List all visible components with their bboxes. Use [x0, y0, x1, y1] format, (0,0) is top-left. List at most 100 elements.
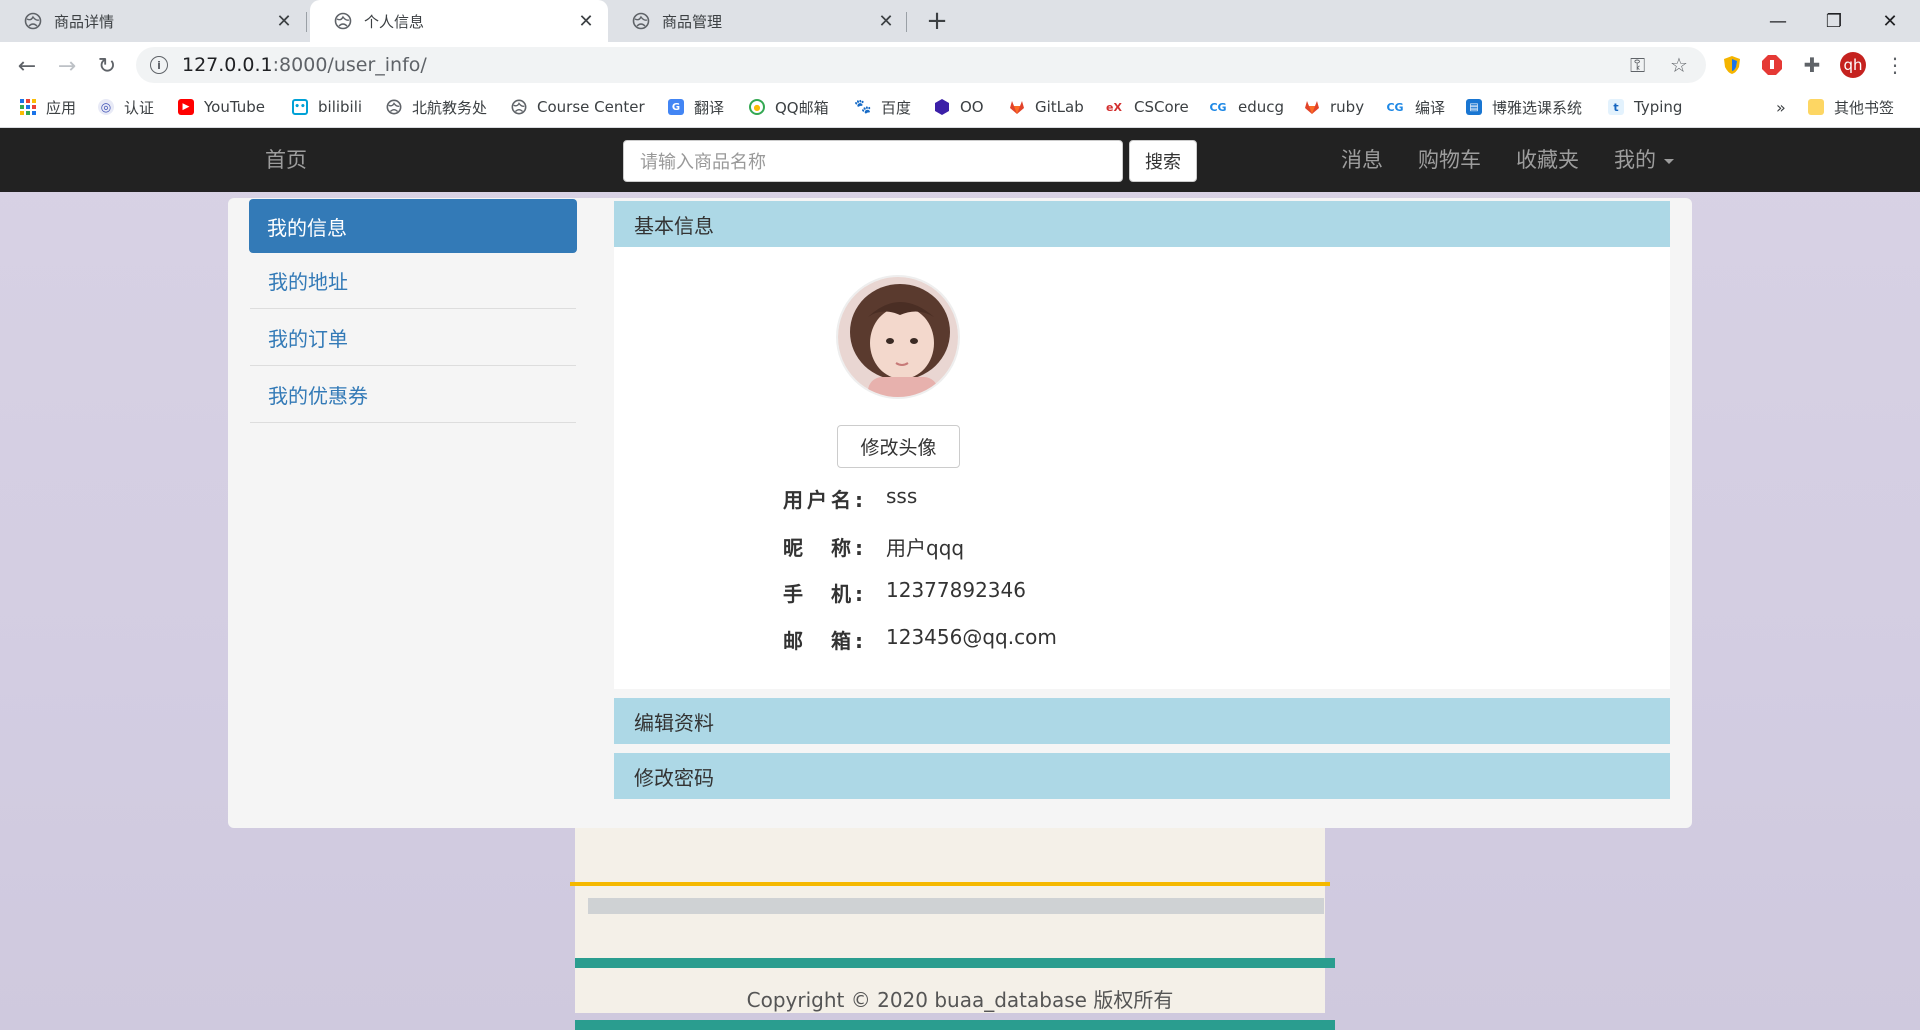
- bookmark-translate[interactable]: G 翻译: [668, 88, 724, 126]
- book-stripe: [575, 1020, 1335, 1030]
- globe-icon: [632, 12, 650, 30]
- tab-user-info[interactable]: 个人信息 ✕: [310, 0, 608, 42]
- nav-mine-label: 我的: [1614, 148, 1656, 172]
- sidebar-item-my-address[interactable]: 我的地址: [250, 253, 576, 309]
- bookmark-label: Course Center: [537, 98, 645, 116]
- close-window-button[interactable]: ✕: [1862, 0, 1918, 42]
- url-host: 127.0.0.1: [182, 54, 273, 76]
- bookmark-label: 百度: [881, 98, 912, 117]
- auth-icon: ◎: [98, 99, 114, 115]
- extensions-puzzle-icon[interactable]: ✚: [1797, 50, 1827, 80]
- book-icon: ▤: [1466, 99, 1482, 115]
- folder-icon: [1808, 99, 1824, 115]
- close-icon[interactable]: ✕: [572, 7, 600, 35]
- tab-product-detail[interactable]: 商品详情 ✕: [0, 0, 306, 42]
- avatar: [836, 275, 960, 399]
- bookmarks-bar: 应用 ◎ 认证 ▶ YouTube •• bilibili 北航教务处 Cour…: [0, 88, 1920, 128]
- nav-mine-dropdown[interactable]: 我的: [1614, 128, 1674, 192]
- section-edit-profile-header[interactable]: 编辑资料: [614, 698, 1670, 744]
- tab-title: 个人信息: [364, 12, 425, 31]
- bookmark-label: bilibili: [318, 98, 363, 116]
- menu-kebab-icon[interactable]: ⋮: [1880, 50, 1910, 80]
- change-avatar-button[interactable]: 修改头像: [837, 425, 960, 468]
- nav-messages-link[interactable]: 消息: [1341, 128, 1383, 192]
- minimize-button[interactable]: —: [1750, 0, 1806, 42]
- tab-divider: [306, 12, 307, 32]
- bilibili-icon: ••: [292, 99, 308, 115]
- gitlab-icon: [1304, 99, 1320, 115]
- tab-title: 商品详情: [54, 12, 115, 31]
- close-icon[interactable]: ✕: [270, 7, 298, 35]
- search-input[interactable]: 请输入商品名称: [623, 140, 1123, 182]
- nav-cart-link[interactable]: 购物车: [1418, 128, 1481, 192]
- globe-icon: [386, 99, 402, 115]
- bookmark-label: 认证: [124, 98, 155, 117]
- bookmark-baidu[interactable]: 🐾 百度: [854, 88, 912, 126]
- globe-icon: [334, 12, 352, 30]
- bookmark-qqmail[interactable]: ● QQ邮箱: [749, 88, 829, 126]
- bookmark-oo[interactable]: OO: [934, 88, 984, 126]
- bookmark-label: OO: [960, 98, 984, 116]
- nav-home-link[interactable]: 首页: [265, 128, 307, 192]
- apps-grid-icon: [20, 99, 36, 115]
- extension-shield-icon[interactable]: [1717, 50, 1747, 80]
- tab-product-manage[interactable]: 商品管理 ✕: [608, 0, 908, 42]
- bookmark-cscore[interactable]: eX CSCore: [1104, 88, 1189, 126]
- sidebar-item-my-coupons[interactable]: 我的优惠券: [250, 367, 576, 423]
- qqmail-icon: ●: [749, 99, 765, 115]
- phone-value: 12377892346: [886, 578, 1026, 602]
- bookmark-label: YouTube: [204, 98, 265, 116]
- address-bar[interactable]: i 127.0.0.1:8000/user_info/ ⚿ ☆: [136, 47, 1706, 83]
- baidu-paw-icon: 🐾: [854, 99, 872, 115]
- new-tab-button[interactable]: +: [922, 6, 952, 36]
- forward-button[interactable]: →: [50, 49, 84, 83]
- profile-avatar[interactable]: qh: [1840, 52, 1866, 78]
- educg-icon: CG: [1386, 100, 1404, 114]
- bookmark-label: educg: [1238, 98, 1285, 116]
- bookmark-label: 应用: [46, 98, 77, 117]
- bookmark-course-center[interactable]: Course Center: [511, 88, 645, 126]
- back-button[interactable]: ←: [10, 49, 44, 83]
- bookmark-label: Typing: [1634, 98, 1683, 116]
- bookmark-label: QQ邮箱: [775, 98, 829, 117]
- key-icon[interactable]: ⚿: [1630, 47, 1645, 83]
- adblock-icon[interactable]: [1757, 50, 1787, 80]
- nickname-label: 昵 称:: [783, 536, 863, 560]
- book-stripe: [588, 898, 1324, 914]
- search-button[interactable]: 搜索: [1129, 140, 1197, 182]
- reload-button[interactable]: ↻: [90, 49, 124, 83]
- globe-icon: [511, 99, 527, 115]
- bookmark-typing[interactable]: t Typing: [1608, 88, 1682, 126]
- tab-strip: 商品详情 ✕ 个人信息 ✕ 商品管理 ✕ + — ❐ ✕: [0, 0, 1920, 42]
- email-label: 邮 箱:: [783, 629, 863, 653]
- bookmark-label: 其他书签: [1834, 98, 1895, 117]
- bookmark-bilibili[interactable]: •• bilibili: [292, 88, 362, 126]
- bookmark-other-folder[interactable]: 其他书签: [1808, 88, 1894, 126]
- sidebar-item-my-orders[interactable]: 我的订单: [250, 310, 576, 366]
- close-icon[interactable]: ✕: [872, 7, 900, 35]
- bookmark-compile[interactable]: CG 编译: [1385, 88, 1445, 126]
- bookmark-educg[interactable]: CG educg: [1208, 88, 1284, 126]
- bookmarks-overflow-button[interactable]: »: [1776, 88, 1786, 126]
- star-icon[interactable]: ☆: [1670, 47, 1688, 83]
- globe-icon: [24, 12, 42, 30]
- section-basic-info-header[interactable]: 基本信息: [614, 201, 1670, 247]
- bookmark-apps[interactable]: 应用: [20, 88, 76, 126]
- nav-favorites-link[interactable]: 收藏夹: [1516, 128, 1579, 192]
- sidebar-item-my-info[interactable]: 我的信息: [249, 199, 577, 253]
- bookmark-jiaowu[interactable]: 北航教务处: [386, 88, 487, 126]
- educg-icon: CG: [1209, 100, 1227, 114]
- username-value: sss: [886, 484, 918, 508]
- username-label: 用户名:: [783, 488, 863, 512]
- restore-button[interactable]: ❐: [1806, 0, 1862, 42]
- bookmark-youtube[interactable]: ▶ YouTube: [178, 88, 265, 126]
- browser-toolbar: ← → ↻ i 127.0.0.1:8000/user_info/ ⚿ ☆ ✚ …: [0, 42, 1920, 88]
- youtube-icon: ▶: [178, 99, 194, 115]
- bookmark-auth[interactable]: ◎ 认证: [98, 88, 154, 126]
- info-icon[interactable]: i: [150, 56, 168, 74]
- typing-icon: t: [1608, 99, 1624, 115]
- bookmark-gitlab[interactable]: GitLab: [1009, 88, 1084, 126]
- section-change-password-header[interactable]: 修改密码: [614, 753, 1670, 799]
- bookmark-boya[interactable]: ▤ 博雅选课系统: [1466, 88, 1582, 126]
- bookmark-ruby[interactable]: ruby: [1304, 88, 1364, 126]
